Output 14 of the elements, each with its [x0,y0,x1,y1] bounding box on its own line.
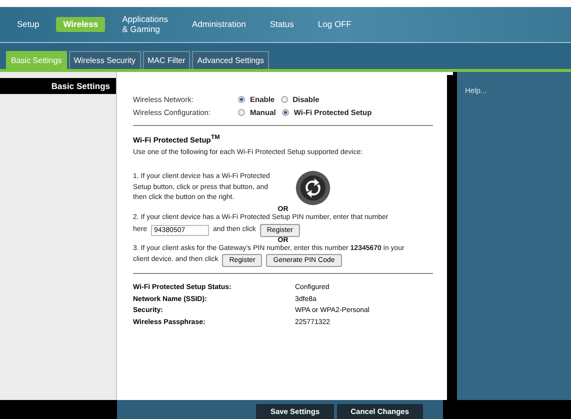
wps-button[interactable] [295,170,331,206]
sub-tab[interactable]: Wireless Security [68,51,140,69]
nav-tab[interactable]: Log OFF [310,16,358,32]
sub-tab[interactable]: MAC Filter [142,51,190,69]
sidebar-title: Basic Settings [0,78,116,94]
radio-button[interactable] [238,96,245,103]
nav-tab[interactable]: Status [262,16,301,32]
radio-button[interactable] [238,109,245,116]
nav-tab[interactable]: Setup [10,16,46,32]
nav-tab[interactable]: Applications & Gaming [115,12,175,37]
radio-button[interactable] [280,96,288,103]
nav-tab[interactable]: Administration [184,16,253,32]
sub-tab[interactable]: Advanced Settings [192,51,269,69]
radio-button[interactable] [282,109,289,116]
